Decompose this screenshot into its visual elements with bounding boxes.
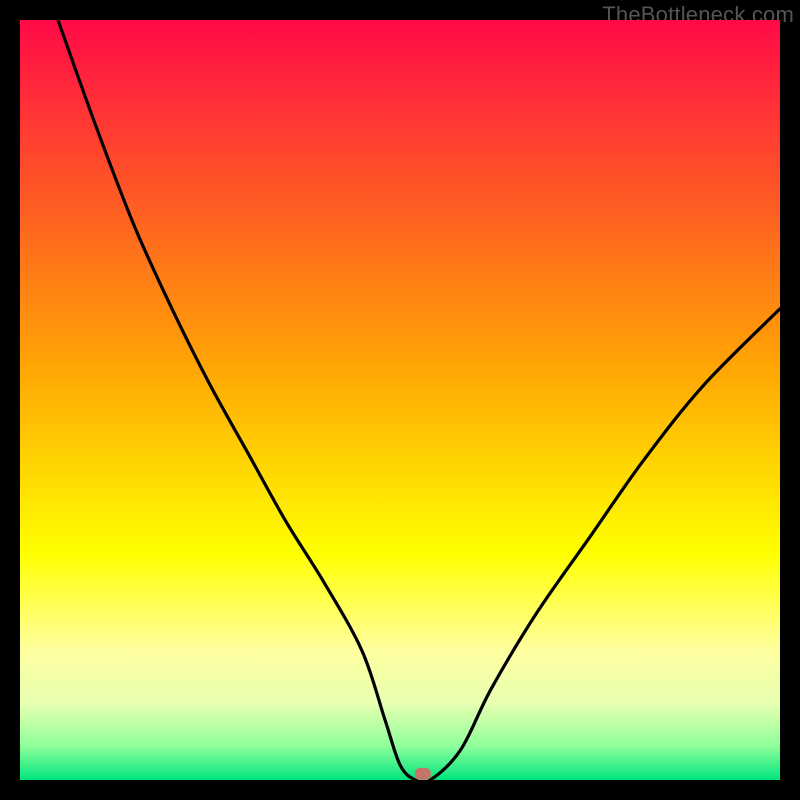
plot-area <box>20 20 780 780</box>
optimal-point-marker <box>415 768 431 780</box>
gradient-background <box>20 20 780 780</box>
bottleneck-chart <box>20 20 780 780</box>
chart-frame: TheBottleneck.com <box>0 0 800 800</box>
